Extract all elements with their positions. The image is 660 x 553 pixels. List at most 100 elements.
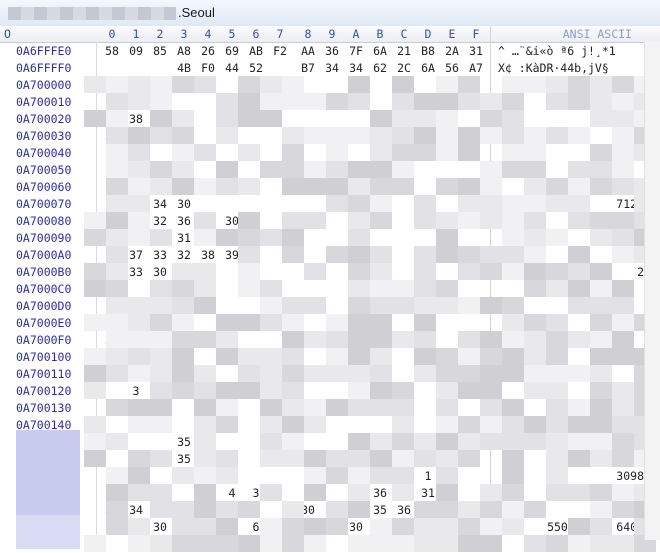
column-header-9[interactable]: 9 <box>320 27 344 41</box>
row-offset[interactable]: 0A700120 <box>16 383 71 400</box>
hex-byte[interactable]: 36 <box>320 43 344 60</box>
row-offset[interactable]: 0A700020 <box>16 111 71 128</box>
pixel-block <box>502 127 524 144</box>
column-header-b[interactable]: B <box>368 27 392 41</box>
column-header-6[interactable]: 6 <box>244 27 268 41</box>
hex-byte[interactable]: 6A <box>368 43 392 60</box>
row-offset[interactable]: 0A6FFFF0 <box>16 60 71 77</box>
hex-byte[interactable]: 34 <box>320 60 344 77</box>
row-offset[interactable]: 0A700010 <box>16 94 71 111</box>
hex-byte[interactable]: 56 <box>440 60 464 77</box>
hex-byte[interactable]: 35 <box>172 451 196 468</box>
hex-byte[interactable]: 31 <box>464 43 488 60</box>
column-header-d[interactable]: D <box>416 27 440 41</box>
pixel-block <box>216 416 238 433</box>
column-header-0[interactable]: 0 <box>100 27 124 41</box>
hex-byte[interactable]: F0 <box>196 60 220 77</box>
row-offset[interactable]: 0A700080 <box>16 213 71 230</box>
hex-byte[interactable]: 85 <box>148 43 172 60</box>
hex-byte[interactable]: 3 <box>124 383 148 400</box>
hex-byte[interactable]: 32 <box>148 213 172 230</box>
hex-byte[interactable]: 34 <box>148 196 172 213</box>
row-offset[interactable]: 0A700060 <box>16 179 71 196</box>
row-offset[interactable]: 0A700070 <box>16 196 71 213</box>
row-offset[interactable]: 0A700090 <box>16 230 71 247</box>
row-offset[interactable]: 0A7000D0 <box>16 298 71 315</box>
pixel-block <box>590 110 612 127</box>
pixel-block <box>282 501 304 518</box>
column-header-8[interactable]: 8 <box>296 27 320 41</box>
row-offset[interactable]: 0A7000A0 <box>16 247 71 264</box>
row-offset[interactable]: 0A7000F0 <box>16 332 71 349</box>
hex-byte[interactable]: 36 <box>172 213 196 230</box>
hex-byte[interactable]: A7 <box>464 60 488 77</box>
row-offset[interactable]: 0A7000C0 <box>16 281 71 298</box>
hex-byte[interactable]: AB <box>244 43 268 60</box>
hex-byte[interactable]: 69 <box>220 43 244 60</box>
pixel-block <box>590 382 612 399</box>
hex-byte[interactable]: 31 <box>172 230 196 247</box>
pixel-block <box>194 484 216 501</box>
hex-byte[interactable]: 34 <box>344 60 368 77</box>
hex-byte[interactable]: A8 <box>172 43 196 60</box>
row-offset[interactable]: 0A700130 <box>16 400 71 417</box>
hex-byte[interactable]: 52 <box>244 60 268 77</box>
column-header-2[interactable]: 2 <box>148 27 172 41</box>
row-offset[interactable]: 0A700050 <box>16 162 71 179</box>
column-header-4[interactable]: 4 <box>196 27 220 41</box>
row-offset[interactable]: 0A700110 <box>16 366 71 383</box>
pixel-block <box>260 314 282 331</box>
hex-byte[interactable]: 4B <box>172 60 196 77</box>
hex-byte[interactable]: AA <box>296 43 320 60</box>
column-header-a[interactable]: A <box>344 27 368 41</box>
row-offset[interactable]: 0A7000B0 <box>16 264 71 281</box>
pixel-block <box>348 467 370 484</box>
hex-byte[interactable]: 33 <box>148 247 172 264</box>
hex-byte[interactable]: 38 <box>196 247 220 264</box>
hex-byte[interactable]: 30 <box>148 264 172 281</box>
hex-byte[interactable]: 58 <box>100 43 124 60</box>
hex-byte[interactable]: 21 <box>392 43 416 60</box>
hex-byte[interactable]: 7F <box>344 43 368 60</box>
hex-byte[interactable]: 62 <box>368 60 392 77</box>
hex-byte[interactable]: B7 <box>296 60 320 77</box>
hex-byte[interactable]: 44 <box>220 60 244 77</box>
row-offset[interactable]: 0A700040 <box>16 145 71 162</box>
ansi-text[interactable]: X¢ :KàDR·44b,jV§ <box>498 60 609 77</box>
hex-byte[interactable]: 30 <box>172 196 196 213</box>
column-header-3[interactable]: 3 <box>172 27 196 41</box>
row-offset[interactable]: 0A700030 <box>16 128 71 145</box>
column-header-5[interactable]: 5 <box>220 27 244 41</box>
hex-byte[interactable]: 30 <box>148 519 172 536</box>
hex-byte[interactable]: 6A <box>416 60 440 77</box>
hex-byte[interactable]: 36 <box>368 485 392 502</box>
pixel-block <box>194 416 216 433</box>
hex-byte[interactable]: 26 <box>196 43 220 60</box>
row-offset[interactable]: 0A6FFFE0 <box>16 43 71 60</box>
ansi-text[interactable]: 2 <box>637 264 644 281</box>
hex-byte[interactable]: 36 <box>392 502 416 519</box>
hex-byte[interactable]: 2C <box>392 60 416 77</box>
pixel-block <box>612 416 634 433</box>
column-header-e[interactable]: E <box>440 27 464 41</box>
vertical-scrollbar[interactable] <box>644 42 660 540</box>
hex-byte[interactable]: F2 <box>268 43 292 60</box>
hex-byte[interactable]: 2A <box>440 43 464 60</box>
column-header-7[interactable]: 7 <box>268 27 292 41</box>
row-offset[interactable]: 0A700000 <box>16 77 71 94</box>
pixel-block <box>150 365 172 382</box>
row-offset[interactable]: 0A700100 <box>16 349 71 366</box>
hex-byte[interactable]: 09 <box>124 43 148 60</box>
pixel-block <box>612 178 634 195</box>
column-header-c[interactable]: C <box>392 27 416 41</box>
hex-byte[interactable]: B8 <box>416 43 440 60</box>
row-offset[interactable]: 0A7000E0 <box>16 315 71 332</box>
hex-byte[interactable]: 35 <box>172 434 196 451</box>
ansi-text[interactable]: ^ …¨&i«ò ª6 j!¸*1 <box>498 43 616 60</box>
column-header-1[interactable]: 1 <box>124 27 148 41</box>
hex-byte[interactable]: 4 <box>220 485 244 502</box>
column-header-f[interactable]: F <box>464 27 488 41</box>
hex-byte[interactable]: 35 <box>368 502 392 519</box>
ansi-text[interactable]: 3098 <box>616 468 644 485</box>
hex-byte[interactable]: 32 <box>172 247 196 264</box>
